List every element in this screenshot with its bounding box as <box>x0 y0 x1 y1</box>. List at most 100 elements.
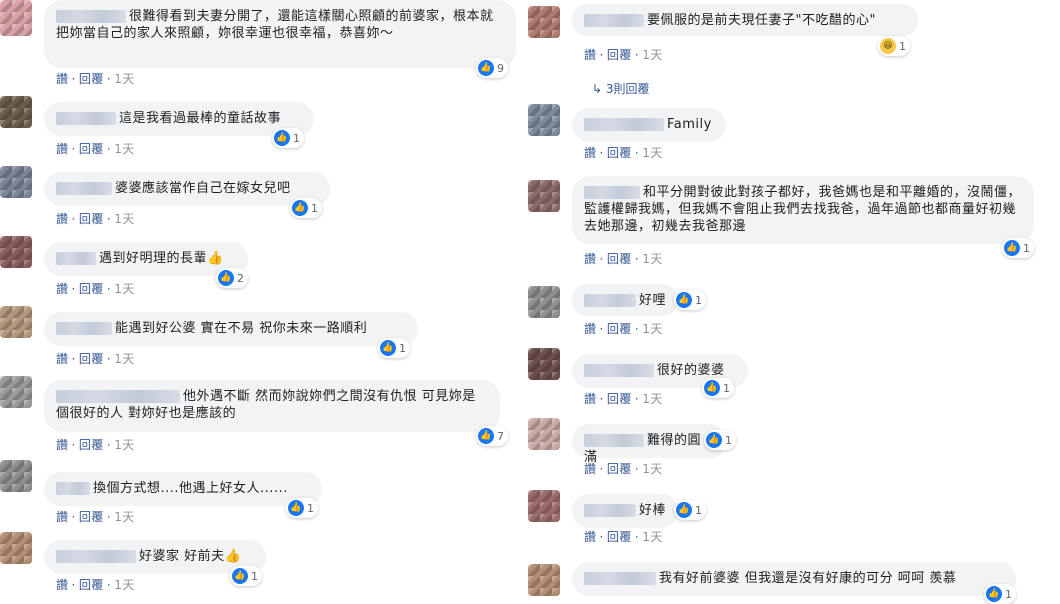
reaction-count[interactable]: 👍 1 <box>674 290 706 310</box>
like-link[interactable]: 讚 <box>584 252 597 266</box>
like-link[interactable]: 讚 <box>56 510 69 524</box>
reaction-count[interactable]: 👍 1 <box>230 566 262 586</box>
timestamp[interactable]: 1天 <box>642 48 663 62</box>
avatar[interactable] <box>528 6 560 38</box>
reply-link[interactable]: 回覆 <box>79 438 104 452</box>
commenter-name[interactable] <box>584 14 644 27</box>
like-link[interactable]: 讚 <box>56 438 69 452</box>
timestamp[interactable]: 1天 <box>642 530 663 544</box>
reaction-count[interactable]: 👍 1 <box>286 498 318 518</box>
reaction-count[interactable]: 😆 1 <box>878 36 910 56</box>
avatar[interactable] <box>0 532 32 564</box>
timestamp[interactable]: 1天 <box>114 212 135 226</box>
reply-link[interactable]: 回覆 <box>607 322 632 336</box>
reply-link[interactable]: 回覆 <box>79 352 104 366</box>
reaction-count[interactable]: 👍 7 <box>476 426 508 446</box>
commenter-name[interactable] <box>56 390 180 403</box>
timestamp[interactable]: 1天 <box>114 282 135 296</box>
avatar[interactable] <box>0 0 32 36</box>
timestamp[interactable]: 1天 <box>114 578 135 592</box>
commenter-name[interactable] <box>584 572 656 585</box>
like-link[interactable]: 讚 <box>56 212 69 226</box>
reply-link[interactable]: 回覆 <box>607 48 632 62</box>
reply-link[interactable]: 回覆 <box>79 72 104 86</box>
reaction-count[interactable]: 👍 1 <box>674 500 706 520</box>
avatar[interactable] <box>528 348 560 380</box>
comment: Family 讚 · 回覆 · 1天 <box>528 104 1060 164</box>
reply-link[interactable]: 回覆 <box>607 392 632 406</box>
like-link[interactable]: 讚 <box>56 578 69 592</box>
comment-actions: 讚 · 回覆 · 1天 <box>56 352 135 366</box>
reply-link[interactable]: 回覆 <box>79 510 104 524</box>
timestamp[interactable]: 1天 <box>114 352 135 366</box>
timestamp[interactable]: 1天 <box>642 462 663 476</box>
reaction-count[interactable]: 👍 9 <box>476 58 508 78</box>
commenter-name[interactable] <box>584 118 664 131</box>
timestamp[interactable]: 1天 <box>642 146 663 160</box>
timestamp[interactable]: 1天 <box>114 510 135 524</box>
avatar[interactable] <box>0 460 32 492</box>
reply-link[interactable]: 回覆 <box>79 212 104 226</box>
avatar[interactable] <box>528 418 560 450</box>
commenter-name[interactable] <box>56 482 90 495</box>
view-replies-link[interactable]: ↳ 3則回覆 <box>592 80 650 97</box>
reply-link[interactable]: 回覆 <box>79 142 104 156</box>
avatar[interactable] <box>528 104 560 136</box>
comment-bubble: 婆婆應該當作自己在嫁女兒吧 <box>44 172 330 206</box>
commenter-name[interactable] <box>56 550 136 563</box>
avatar[interactable] <box>528 564 560 596</box>
commenter-name[interactable] <box>56 252 96 265</box>
avatar[interactable] <box>528 490 560 522</box>
like-link[interactable]: 讚 <box>584 530 597 544</box>
commenter-name[interactable] <box>584 186 640 199</box>
like-link[interactable]: 讚 <box>56 282 69 296</box>
reply-link[interactable]: 回覆 <box>607 530 632 544</box>
comment: 和平分開對彼此對孩子都好，我爸媽也是和平離婚的，沒鬧僵，監護權歸我媽，但我媽不會… <box>528 172 1060 272</box>
reaction-count[interactable]: 👍 1 <box>290 198 322 218</box>
reply-link[interactable]: 回覆 <box>607 462 632 476</box>
reaction-count[interactable]: 👍 2 <box>216 268 248 288</box>
reply-link[interactable]: 回覆 <box>607 252 632 266</box>
avatar[interactable] <box>0 166 32 198</box>
like-link[interactable]: 讚 <box>584 146 597 160</box>
reaction-count[interactable]: 👍 1 <box>378 338 410 358</box>
reply-link[interactable]: 回覆 <box>79 282 104 296</box>
like-icon: 👍 <box>274 130 290 146</box>
reaction-count[interactable]: 👍 1 <box>272 128 304 148</box>
like-link[interactable]: 讚 <box>584 322 597 336</box>
like-link[interactable]: 讚 <box>584 392 597 406</box>
timestamp[interactable]: 1天 <box>642 392 663 406</box>
timestamp[interactable]: 1天 <box>114 72 135 86</box>
commenter-name[interactable] <box>56 182 112 195</box>
avatar[interactable] <box>528 180 560 212</box>
avatar[interactable] <box>0 236 32 268</box>
commenter-name[interactable] <box>56 322 112 335</box>
avatar[interactable] <box>0 306 32 338</box>
commenter-name[interactable] <box>584 434 644 447</box>
timestamp[interactable]: 1天 <box>114 142 135 156</box>
commenter-name[interactable] <box>584 364 654 377</box>
like-link[interactable]: 讚 <box>56 72 69 86</box>
avatar[interactable] <box>528 286 560 318</box>
timestamp[interactable]: 1天 <box>642 252 663 266</box>
like-link[interactable]: 讚 <box>584 48 597 62</box>
commenter-name[interactable] <box>56 10 126 23</box>
like-icon: 👍 <box>478 60 494 76</box>
like-link[interactable]: 讚 <box>56 142 69 156</box>
reaction-count[interactable]: 👍 1 <box>1002 238 1034 258</box>
commenter-name[interactable] <box>584 294 636 307</box>
commenter-name[interactable] <box>56 112 116 125</box>
reaction-count[interactable]: 👍 1 <box>702 378 734 398</box>
comment-actions: 讚 · 回覆 · 1天 <box>584 322 663 336</box>
avatar[interactable] <box>0 96 32 128</box>
like-link[interactable]: 讚 <box>56 352 69 366</box>
like-link[interactable]: 讚 <box>584 462 597 476</box>
timestamp[interactable]: 1天 <box>642 322 663 336</box>
avatar[interactable] <box>0 376 32 408</box>
timestamp[interactable]: 1天 <box>114 438 135 452</box>
reply-link[interactable]: 回覆 <box>607 146 632 160</box>
reply-link[interactable]: 回覆 <box>79 578 104 592</box>
commenter-name[interactable] <box>584 504 636 517</box>
reaction-count[interactable]: 👍 1 <box>984 584 1016 604</box>
reaction-count[interactable]: 👍 1 <box>704 430 736 450</box>
